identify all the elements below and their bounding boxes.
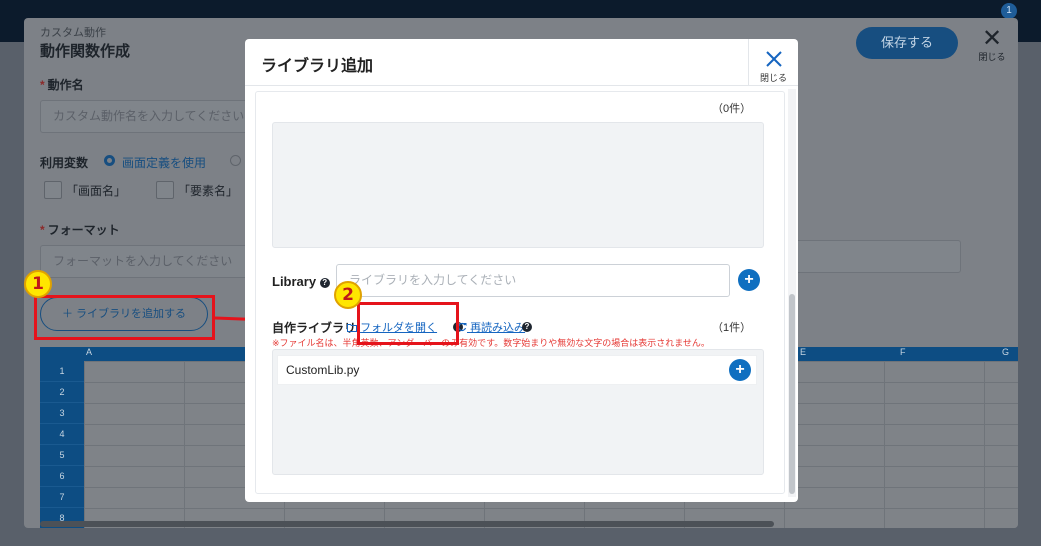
annotation-box-1 — [34, 295, 215, 340]
list-item[interactable]: CustomLib.py + — [277, 355, 757, 385]
horizontal-scrollbar[interactable] — [40, 521, 774, 527]
grid-row-headers: 1 2 3 4 5 6 7 8 — [40, 361, 84, 528]
annotation-box-2 — [357, 302, 459, 345]
grid-row-header[interactable]: 1 — [40, 361, 84, 382]
grid-row-header[interactable]: 6 — [40, 466, 84, 487]
panel-close-label: 閉じる — [978, 52, 1006, 62]
format-input[interactable]: フォーマットを入力してください — [40, 245, 250, 278]
annotation-step-1: 1 — [24, 270, 52, 298]
my-library-label: 自作ライブラリ — [272, 321, 357, 335]
reload-link[interactable]: 再読み込み — [457, 319, 525, 335]
add-item-plus-button[interactable]: + — [729, 359, 751, 381]
library-list-empty — [272, 122, 764, 248]
radio-screen-definition[interactable] — [104, 155, 115, 166]
add-library-plus-button[interactable]: + — [738, 269, 760, 291]
action-name-label: * 動作名 — [40, 78, 84, 92]
my-library-count: （1件） — [712, 322, 752, 334]
grid-col-a: A — [86, 347, 93, 357]
list-item-name: CustomLib.py — [286, 363, 360, 377]
folder-icon — [347, 324, 357, 332]
help-icon[interactable]: ? — [319, 277, 330, 288]
checkbox-screen-name[interactable] — [44, 181, 62, 199]
grid-row-header[interactable]: 4 — [40, 424, 84, 445]
filename-note: ※ファイル名は、半角英数、アンダーバーのみ有効です。数字始まりや無効な文字の場合… — [272, 338, 710, 348]
checkbox-element-name-label: 「要素名」 — [178, 184, 239, 198]
add-library-dialog: ライブラリ追加 閉じる （0件） Library ? ライブラリを入力してくださ… — [245, 39, 798, 502]
dialog-title: ライブラリ追加 — [261, 58, 374, 75]
my-library-list: CustomLib.py + — [272, 349, 764, 475]
radio-screen-definition-label: 画面定義を使用 — [122, 156, 207, 170]
format-input-right[interactable] — [784, 240, 961, 273]
close-icon — [765, 51, 782, 67]
grid-row-header[interactable]: 5 — [40, 445, 84, 466]
library-input[interactable]: ライブラリを入力してください — [336, 264, 730, 297]
grid-row-header[interactable]: 3 — [40, 403, 84, 424]
grid-col-e: E — [800, 347, 807, 357]
panel-subtitle: カスタム動作 — [40, 27, 106, 39]
grid-row-header[interactable]: 2 — [40, 382, 84, 403]
save-button[interactable]: 保存する — [856, 27, 958, 59]
checkbox-element-name[interactable] — [156, 181, 174, 199]
grid-col-f: F — [900, 347, 906, 357]
dialog-header: ライブラリ追加 閉じる — [245, 39, 798, 86]
screen: 1 カスタム動作 動作関数作成 保存する ✕ 閉じる * 動作名 カスタム動作名を… — [0, 0, 1041, 546]
radio-other[interactable] — [230, 155, 241, 166]
format-label: * フォーマット — [40, 223, 120, 237]
grid-col-g: G — [1002, 347, 1010, 357]
checkbox-screen-name-label: 「画面名」 — [66, 184, 127, 198]
notification-badge[interactable]: 1 — [1001, 3, 1017, 19]
variables-label: 利用変数 — [40, 156, 89, 170]
annotation-step-2: 2 — [334, 281, 362, 309]
library-count: （0件） — [712, 103, 752, 115]
panel-close-button[interactable]: ✕ 閉じる — [970, 25, 1014, 68]
action-name-input[interactable]: カスタム動作名を入力してください — [40, 100, 250, 133]
panel-title: 動作関数作成 — [40, 43, 131, 60]
grid-row-header[interactable]: 7 — [40, 487, 84, 508]
dialog-scrollbar-thumb[interactable] — [789, 294, 795, 494]
library-label: Library ? — [272, 274, 330, 289]
dialog-close-button[interactable]: 閉じる — [748, 39, 798, 86]
dialog-scrollbar[interactable] — [788, 89, 796, 497]
close-icon: ✕ — [981, 25, 1003, 52]
reload-help-icon[interactable]: ? — [522, 322, 532, 332]
dialog-close-label: 閉じる — [759, 73, 787, 83]
